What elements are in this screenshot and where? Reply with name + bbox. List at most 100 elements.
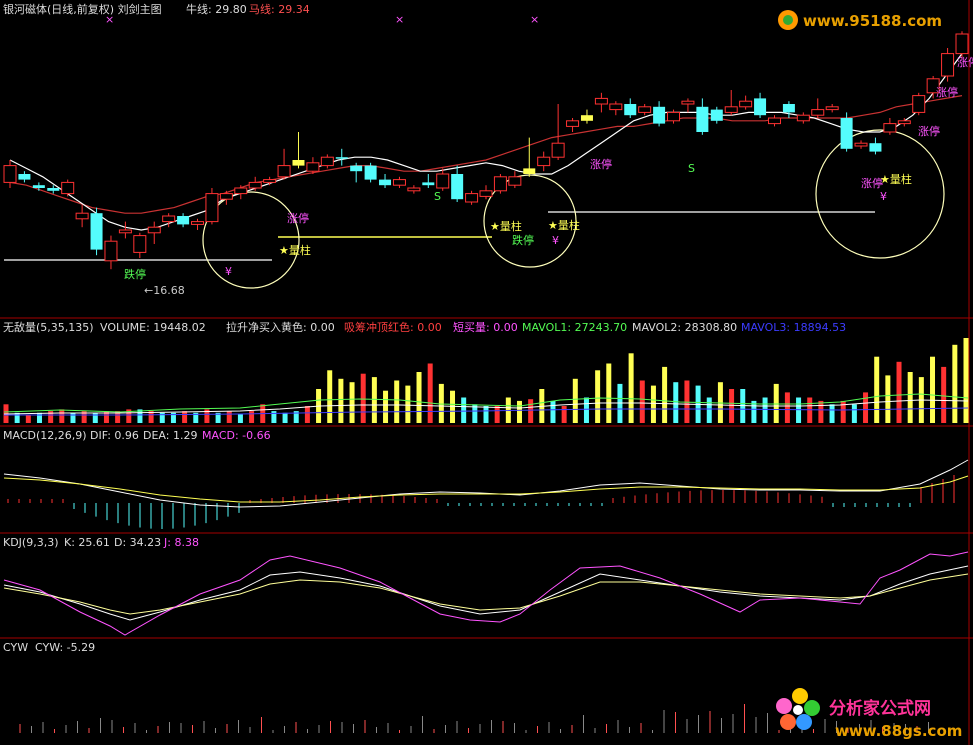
candle-body — [667, 111, 681, 122]
volume-bar — [963, 338, 969, 423]
candle-body — [681, 100, 695, 105]
flower-petal-1 — [776, 698, 792, 714]
candle-body — [104, 240, 118, 262]
candle-body — [277, 165, 291, 178]
buy-value: 拉升净买入黄色: 0.00 — [226, 320, 335, 334]
volume-bar — [796, 397, 802, 423]
candle-body — [710, 109, 723, 121]
volume-bar — [818, 400, 824, 423]
candle-body — [248, 181, 262, 189]
volume-bar — [494, 406, 500, 423]
volume-bar — [628, 353, 634, 423]
volume-bar — [851, 404, 857, 423]
flower-center — [793, 705, 803, 715]
top-marker-2: × — [395, 13, 404, 26]
volume-bar — [271, 411, 277, 423]
candle-body — [840, 118, 853, 149]
volume-bar — [595, 370, 601, 423]
volume-bar — [550, 400, 556, 423]
candle-body — [465, 193, 479, 203]
volume-bar — [360, 373, 366, 423]
watermark-top: www.95188.com — [778, 10, 942, 30]
cyw-title: CYW — [3, 641, 28, 654]
candle-body — [493, 176, 507, 192]
candle-body — [32, 185, 45, 188]
volume-bar — [416, 372, 422, 423]
annotation-liangzhu-2: ★量柱 — [490, 219, 522, 233]
j-line — [3, 551, 969, 636]
annotation-liangzhu-1: ★量柱 — [279, 243, 311, 257]
volume-bar — [673, 382, 679, 423]
dif-line — [3, 459, 969, 508]
volume-bar — [70, 412, 76, 423]
main-title: 银河磁体(日线,前复权) 刘剑主图 — [3, 2, 162, 16]
candle-body — [133, 235, 147, 253]
flower-petal-2 — [792, 688, 808, 704]
candle-body — [594, 97, 608, 105]
flower-petal-4 — [796, 714, 812, 730]
d-value: D: 34.23 — [114, 536, 161, 549]
annotation-zhangting-5: 涨停 — [936, 85, 958, 99]
candle-body — [118, 229, 132, 234]
bull-line-label: 牛线: 29.80 — [186, 2, 247, 16]
macd-histogram — [7, 475, 955, 529]
annotation-yuan-3: ¥ — [880, 190, 887, 203]
candle-body — [320, 156, 334, 167]
volume-bar — [863, 392, 869, 423]
cyw-value: CYW: -5.29 — [35, 641, 95, 654]
annotation-yuan-1: ¥ — [225, 265, 232, 278]
annotation-liangzhu-3: ★量柱 — [548, 218, 580, 232]
candle-body — [854, 142, 868, 147]
candle-body — [955, 33, 969, 55]
candle-body — [796, 114, 810, 122]
volume-bar — [773, 383, 779, 423]
candle-body — [422, 182, 435, 186]
volume-bar — [896, 361, 902, 423]
candle-body — [696, 106, 709, 132]
volume-bar — [874, 356, 880, 423]
short-value: 短买量: 0.00 — [453, 320, 518, 334]
candle-body — [724, 106, 738, 113]
volume-bar — [371, 377, 377, 423]
candle-body — [739, 100, 753, 108]
volume-bar — [706, 397, 712, 423]
candle-body — [292, 160, 305, 166]
candle-body — [580, 115, 593, 121]
volume-bar — [338, 378, 344, 423]
candle-body — [754, 98, 767, 116]
annotation-zhangting-2: 涨停 — [590, 157, 612, 171]
candle-body — [869, 143, 882, 152]
watermark-bottom-url: www.88gs.com — [835, 722, 962, 740]
candle-body — [767, 117, 781, 125]
horse-line-label: 马线: 29.34 — [249, 2, 310, 16]
annotation-dieting-2: 跌停 — [512, 233, 534, 247]
low-price-marker: ←16.68 — [144, 284, 185, 297]
volume-bar — [92, 412, 98, 423]
macd-title: MACD(12,26,9) — [3, 429, 87, 442]
volume-bar — [59, 409, 65, 423]
watermark-top-text: www.95188.com — [803, 12, 942, 30]
candle-body — [436, 173, 450, 189]
candle-body — [3, 165, 17, 183]
candle-body — [508, 176, 522, 186]
volume-bar — [14, 412, 20, 423]
volume-bar — [327, 370, 333, 423]
dea-value: DEA: 1.29 — [143, 429, 197, 442]
dif-value: DIF: 0.96 — [90, 429, 139, 442]
k-value: K: 25.61 — [64, 536, 110, 549]
annotation-zhangting-6: 涨停 — [957, 55, 973, 69]
kdj-title: KDJ(9,3,3) — [3, 536, 59, 549]
volume-bar — [952, 344, 958, 423]
candle-body — [47, 188, 60, 191]
volume-bar — [394, 380, 400, 423]
volume-bar — [304, 406, 310, 423]
annotation-zhangting-1: 涨停 — [287, 211, 309, 225]
j-value: J: 8.38 — [163, 536, 199, 549]
volume-bar — [282, 412, 288, 423]
top-marker-3: × — [530, 13, 539, 26]
sell-value: 吸筹冲顶红色: 0.00 — [344, 320, 442, 334]
candle-body — [177, 216, 190, 225]
candle-body — [18, 174, 31, 180]
annotation-yuan-2: ¥ — [552, 234, 559, 247]
volume-bar — [930, 356, 936, 423]
